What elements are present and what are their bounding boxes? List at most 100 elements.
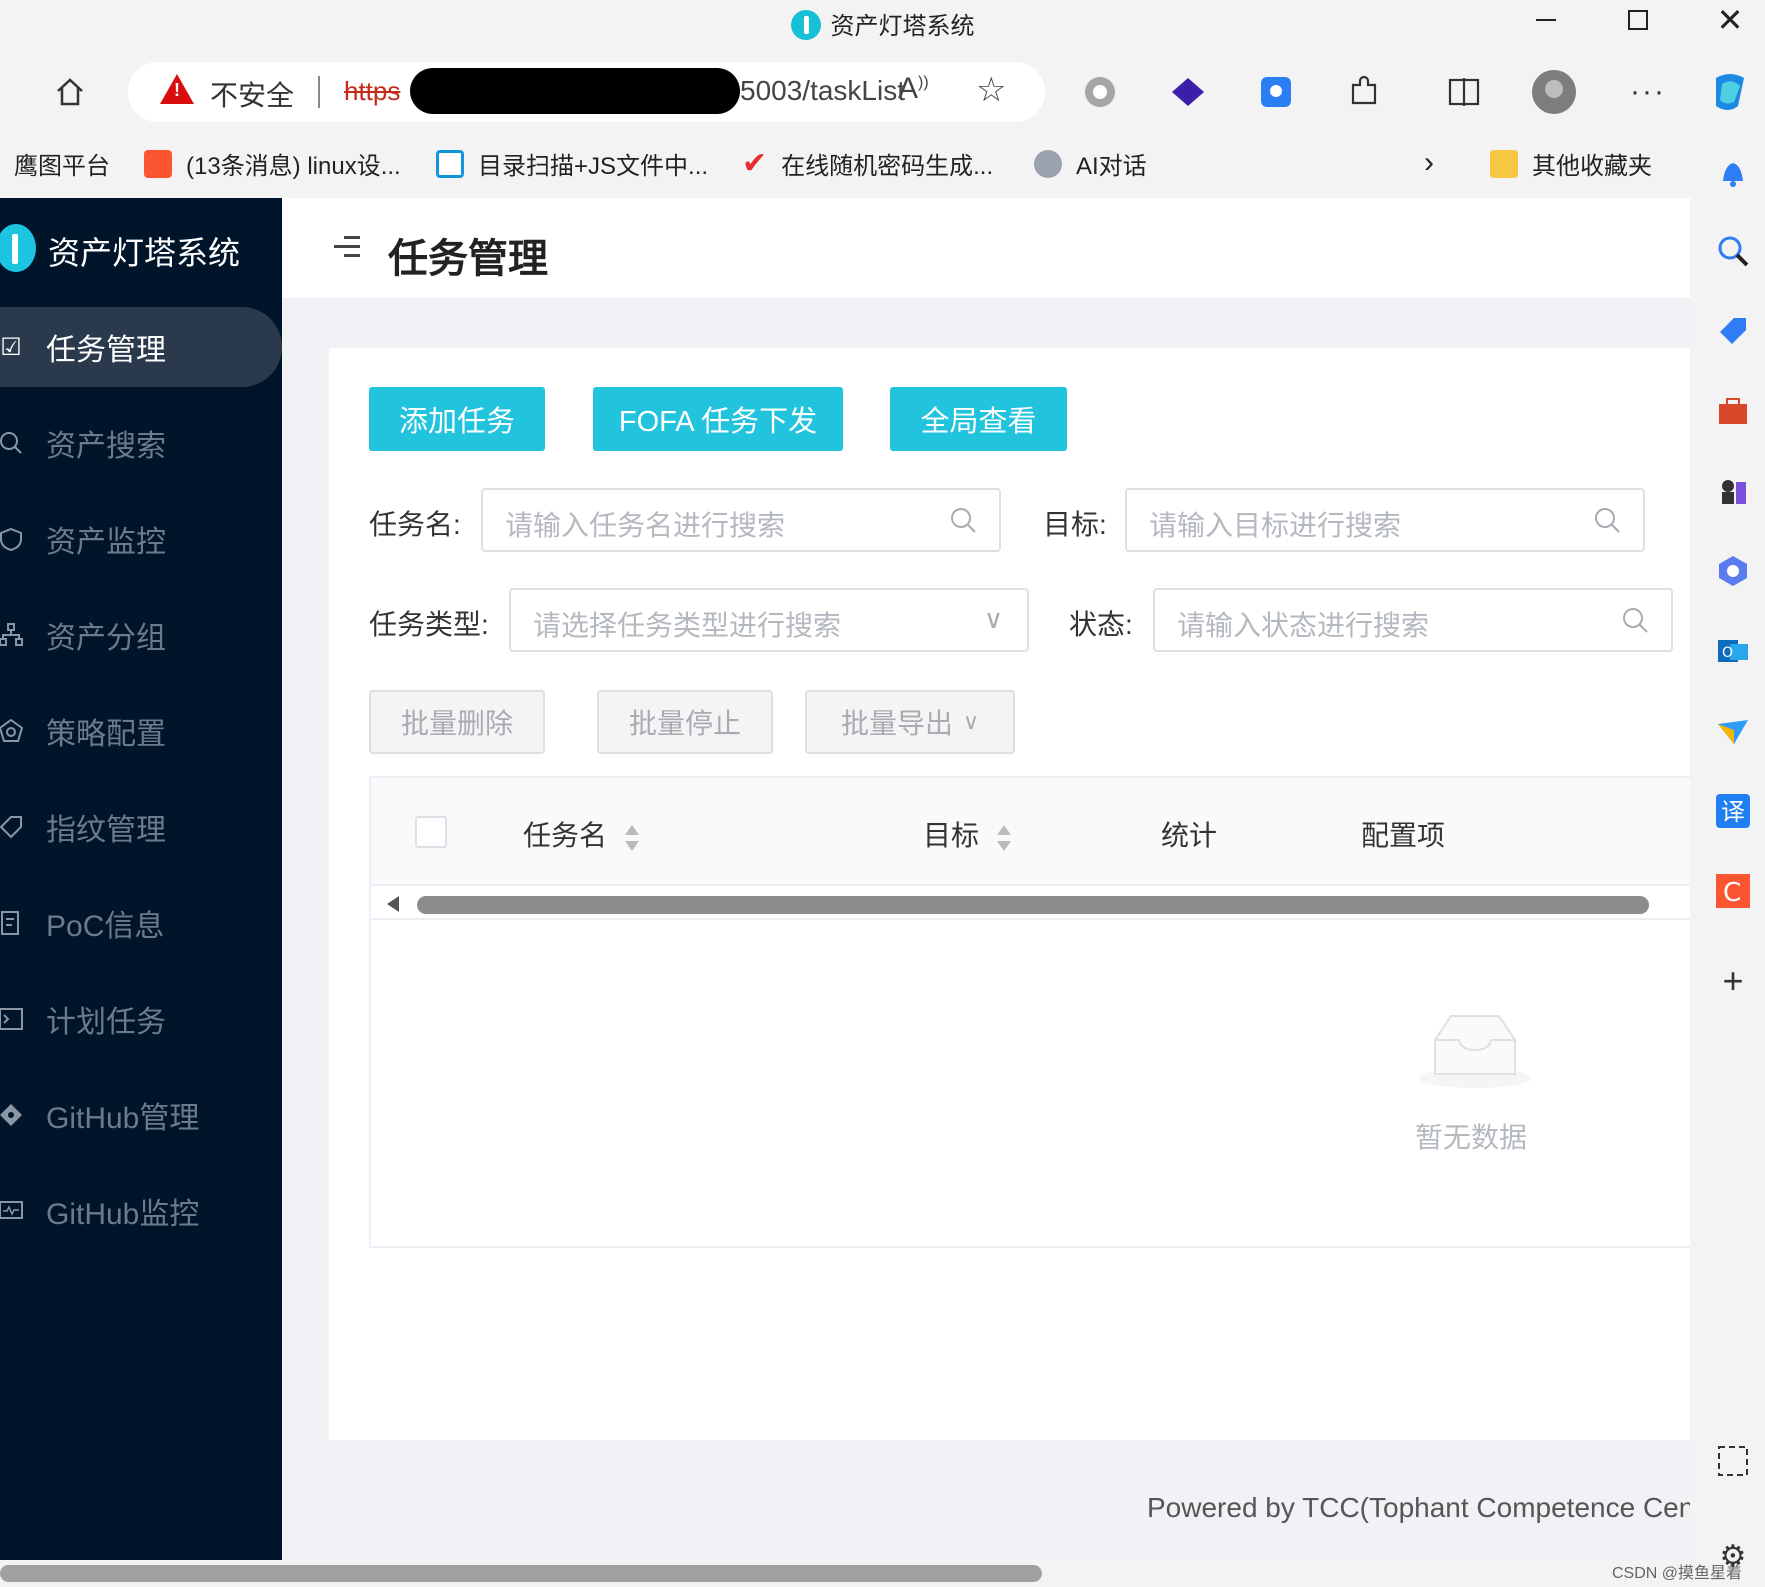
translate-extension-icon[interactable] (1252, 68, 1300, 116)
add-icon[interactable]: + (1714, 960, 1752, 1001)
global-view-button[interactable]: 全局查看 (890, 387, 1067, 451)
bookmark-item[interactable]: (13条消息) linux设... (144, 146, 401, 181)
bell-icon[interactable] (1714, 154, 1752, 192)
extensions-puzzle-icon[interactable] (1340, 68, 1388, 116)
chevron-right-icon[interactable]: › (1424, 146, 1434, 180)
checkmark-icon: ✔ (742, 147, 768, 180)
git-icon (0, 1102, 24, 1128)
split-screen-icon[interactable] (1440, 68, 1488, 116)
home-icon[interactable] (48, 70, 92, 114)
sidebar-item-asset-group[interactable]: 资产分组 (0, 595, 282, 675)
sidebar-item-github-manage[interactable]: GitHub管理 (0, 1075, 282, 1155)
url-text: 5003/taskList (740, 75, 905, 106)
minimize-button[interactable] (1500, 0, 1592, 40)
settings-pentagon-icon (0, 718, 24, 744)
document-icon (0, 910, 24, 936)
status-search-input[interactable]: 请输入状态进行搜索 (1153, 588, 1673, 652)
redaction-mark (410, 68, 740, 114)
outlook-icon[interactable]: O (1714, 632, 1752, 670)
bookmark-item[interactable]: ✔ 在线随机密码生成... (742, 146, 993, 181)
app-logo-icon (790, 10, 821, 40)
profile-avatar[interactable] (1530, 68, 1578, 116)
sidebar-item-scheduled-tasks[interactable]: 计划任务 (0, 979, 282, 1059)
svg-text:译: 译 (1721, 798, 1745, 826)
batch-export-button[interactable]: 批量导出 ∨ (805, 690, 1015, 754)
footer-text: Powered by TCC(Tophant Competence Cent (1147, 1492, 1690, 1523)
task-name-label: 任务名: (369, 509, 461, 540)
favorite-star-icon[interactable]: ☆ (976, 70, 1006, 110)
page-horizontal-scrollbar[interactable] (0, 1560, 1700, 1587)
chess-icon[interactable] (1714, 472, 1752, 510)
status-label: 状态: (1069, 609, 1133, 640)
scroll-left-arrow-icon[interactable] (387, 896, 399, 912)
batch-stop-button[interactable]: 批量停止 (597, 690, 773, 754)
svg-text:O: O (1722, 645, 1733, 661)
search-icon (0, 430, 24, 456)
close-button[interactable]: ✕ (1684, 0, 1765, 40)
sidebar: 资产灯塔系统 ☑ 任务管理 资产搜索 资产监控 资产分组 策略配置 指纹管理 P… (0, 198, 282, 1560)
hierarchy-icon (0, 622, 24, 648)
fofa-task-button[interactable]: FOFA 任务下发 (593, 387, 843, 451)
app-window: 资产灯塔系统 ☑ 任务管理 资产搜索 资产监控 资产分组 策略配置 指纹管理 P… (0, 198, 1690, 1560)
screenshot-icon[interactable] (1714, 1442, 1752, 1480)
column-statistics: 统计 (1161, 820, 1218, 851)
tag-icon (0, 814, 24, 840)
folder-icon (1490, 149, 1518, 178)
more-menu-icon[interactable]: ··· (1624, 68, 1672, 116)
column-task-name[interactable]: 任务名 (523, 814, 640, 854)
sidebar-item-fingerprint[interactable]: 指纹管理 (0, 787, 282, 867)
search-icon (1623, 608, 1648, 633)
sort-icon[interactable] (625, 824, 640, 851)
sort-icon[interactable] (997, 824, 1012, 851)
target-search-input[interactable]: 请输入目标进行搜索 (1125, 488, 1645, 552)
add-task-button[interactable]: 添加任务 (369, 387, 545, 451)
select-all-checkbox[interactable] (415, 816, 447, 848)
bookmarks-bar: 鹰图平台 (13条消息) linux设... 目录扫描+JS文件中... ✔ 在线… (0, 132, 1700, 198)
task-type-label: 任务类型: (369, 609, 489, 640)
translate-icon[interactable]: 译 (1714, 792, 1752, 830)
scrollbar-thumb[interactable] (417, 896, 1649, 914)
page-header: 任务管理 (282, 198, 1690, 298)
security-label: 不安全 (210, 80, 295, 111)
watermark: CSDN @摸鱼星着 (1612, 1565, 1743, 1582)
collapse-menu-icon[interactable] (334, 236, 360, 260)
csdn-icon (144, 149, 172, 178)
toolbox-icon[interactable] (1714, 392, 1752, 430)
batch-delete-button[interactable]: 批量删除 (369, 690, 545, 754)
sidebar-item-github-monitor[interactable]: GitHub监控 (0, 1171, 282, 1251)
table-horizontal-scrollbar[interactable] (371, 888, 1690, 920)
sidebar-item-asset-search[interactable]: 资产搜索 (0, 403, 282, 483)
search-icon (1595, 508, 1620, 533)
scrollbar-thumb[interactable] (0, 1565, 1042, 1582)
sidebar-item-poc-info[interactable]: PoC信息 (0, 883, 282, 963)
column-target[interactable]: 目标 (923, 814, 1012, 854)
tag-icon[interactable] (1714, 312, 1752, 350)
edge-sidebar: O 译 C + ⚙ (1700, 132, 1765, 1587)
bookmark-item[interactable]: 鹰图平台 (14, 146, 110, 181)
task-name-search-input[interactable]: 请输入任务名进行搜索 (481, 488, 1001, 552)
read-aloud-icon[interactable]: A)) (898, 72, 929, 106)
window-title: 资产灯塔系统 (830, 13, 975, 40)
maximize-button[interactable] (1592, 0, 1684, 40)
warning-icon (160, 74, 194, 104)
content-card: 添加任务 FOFA 任务下发 全局查看 任务名: 请输入任务名进行搜索 目标: … (329, 348, 1690, 1440)
record-extension-icon[interactable] (1076, 68, 1124, 116)
address-bar[interactable]: 不安全 https 5003/taskList A)) ☆ (128, 62, 1045, 122)
bookmark-item[interactable]: AI对话 (1034, 146, 1147, 181)
sidebar-item-task-management[interactable]: ☑ 任务管理 (0, 307, 282, 387)
csdn-icon[interactable]: C (1714, 872, 1752, 910)
page-title: 任务管理 (388, 237, 548, 281)
microsoft365-icon[interactable] (1714, 552, 1752, 590)
sidebar-item-policy-config[interactable]: 策略配置 (0, 691, 282, 771)
lighthouse-logo-icon (0, 224, 36, 272)
search-icon[interactable] (1714, 232, 1752, 270)
url-scheme: https (344, 76, 401, 106)
task-type-select[interactable]: 请选择任务类型进行搜索 ∨ (509, 588, 1029, 652)
browser-toolbar: 不安全 https 5003/taskList A)) ☆ ··· (0, 52, 1765, 132)
copilot-icon[interactable] (1706, 68, 1754, 116)
send-icon[interactable] (1714, 712, 1752, 750)
layers-extension-icon[interactable] (1164, 68, 1212, 116)
other-bookmarks-folder[interactable]: 其他收藏夹 (1490, 146, 1652, 181)
bookmark-item[interactable]: 目录扫描+JS文件中... (436, 146, 708, 181)
sidebar-item-asset-monitor[interactable]: 资产监控 (0, 499, 282, 579)
